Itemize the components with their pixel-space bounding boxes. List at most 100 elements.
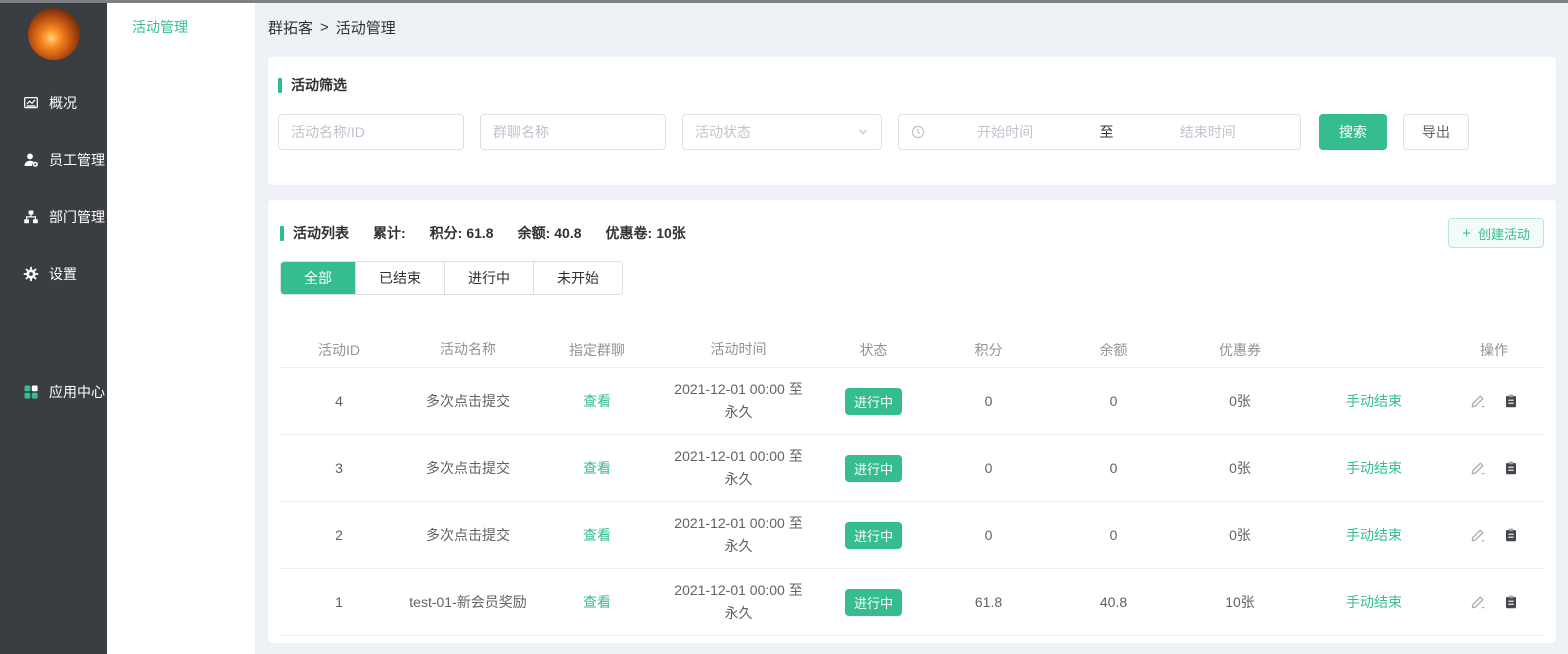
tab-not-started[interactable]: 未开始 [533, 262, 622, 294]
tab-ended[interactable]: 已结束 [355, 262, 444, 294]
chart-icon [23, 95, 39, 111]
activity-status-select[interactable]: 活动状态 [682, 114, 882, 150]
cell-activity-name: test-01-新会员奖励 [398, 592, 538, 613]
breadcrumb-current: 活动管理 [336, 17, 396, 38]
status-badge: 进行中 [845, 522, 902, 549]
cell-points: 61.8 [926, 594, 1051, 610]
manual-end-link[interactable]: 手动结束 [1346, 458, 1402, 478]
cell-activity-id: 3 [280, 460, 398, 476]
activity-table: 活动ID 活动名称 指定群聊 活动时间 状态 积分 余额 优惠券 操作 4 多次… [280, 332, 1544, 636]
sidebar-item-employees[interactable]: 员工管理 [0, 131, 107, 188]
view-group-link[interactable]: 查看 [583, 592, 611, 612]
filter-title-label: 活动筛选 [291, 75, 347, 95]
group-name-input[interactable] [480, 114, 666, 150]
date-range-picker[interactable]: 开始时间 至 结束时间 [898, 114, 1301, 150]
header-activity-id: 活动ID [280, 340, 398, 360]
create-activity-label: 创建活动 [1478, 224, 1530, 243]
edit-button[interactable] [1470, 460, 1486, 476]
range-separator: 至 [1086, 122, 1128, 142]
cell-balance: 40.8 [1051, 594, 1176, 610]
filter-panel: 活动筛选 活动状态 开始时间 至 结束时间 搜索 导出 [268, 57, 1556, 185]
cell-activity-name: 多次点击提交 [398, 525, 538, 546]
cell-actions [1444, 527, 1544, 543]
sidebar-item-settings[interactable]: 设置 [0, 245, 107, 302]
apps-grid-icon [23, 384, 39, 400]
status-badge: 进行中 [845, 589, 902, 616]
list-title-label: 活动列表 [293, 223, 349, 243]
activity-list-panel: 活动列表 累计: 积分:61.8 余额:40.8 优惠卷:10张 + 创建活动 … [268, 200, 1556, 643]
cell-activity-name: 多次点击提交 [398, 391, 538, 412]
tab-in-progress[interactable]: 进行中 [444, 262, 533, 294]
header-activity-time: 活动时间 [656, 338, 821, 361]
edit-button[interactable] [1470, 393, 1486, 409]
cell-balance: 0 [1051, 460, 1176, 476]
total-label: 累计: [373, 223, 406, 243]
create-activity-button[interactable]: + 创建活动 [1448, 218, 1544, 248]
sidebar-item-app-center[interactable]: 应用中心 [0, 363, 107, 420]
sidebar-item-departments[interactable]: 部门管理 [0, 188, 107, 245]
cell-coupons: 0张 [1176, 525, 1304, 545]
view-group-link[interactable]: 查看 [583, 391, 611, 411]
search-button[interactable]: 搜索 [1319, 114, 1387, 150]
pencil-icon [1470, 460, 1486, 476]
employee-icon [23, 152, 39, 168]
cell-balance: 0 [1051, 393, 1176, 409]
section-accent-bar [278, 78, 282, 93]
header-points: 积分 [926, 340, 1051, 360]
end-time-placeholder: 结束时间 [1128, 122, 1289, 142]
breadcrumb-separator: > [320, 19, 329, 36]
breadcrumb-parent[interactable]: 群拓客 [268, 17, 313, 38]
submenu-item-activity-management[interactable]: 活动管理 [107, 17, 255, 37]
cell-activity-id: 2 [280, 527, 398, 543]
pencil-icon [1470, 527, 1486, 543]
cell-actions [1444, 460, 1544, 476]
table-row: 3 多次点击提交 查看 2021-12-01 00:00 至永久 进行中 0 0… [280, 435, 1544, 502]
cell-activity-id: 4 [280, 393, 398, 409]
clipboard-icon [1503, 393, 1519, 409]
cell-actions [1444, 594, 1544, 610]
edit-button[interactable] [1470, 527, 1486, 543]
view-group-link[interactable]: 查看 [583, 458, 611, 478]
manual-end-link[interactable]: 手动结束 [1346, 592, 1402, 612]
export-button[interactable]: 导出 [1403, 114, 1469, 150]
tab-all[interactable]: 全部 [281, 262, 355, 294]
cell-activity-time: 2021-12-01 00:00 至永久 [656, 579, 821, 625]
primary-sidebar: 概况 员工管理 部门管理 [0, 0, 107, 654]
clipboard-button[interactable] [1503, 527, 1519, 543]
clipboard-button[interactable] [1503, 393, 1519, 409]
cell-points: 0 [926, 527, 1051, 543]
filter-title: 活动筛选 [278, 57, 1546, 95]
clipboard-button[interactable] [1503, 460, 1519, 476]
manual-end-link[interactable]: 手动结束 [1346, 391, 1402, 411]
clipboard-button[interactable] [1503, 594, 1519, 610]
main-content: 群拓客 > 活动管理 活动筛选 活动状态 开始时间 [255, 0, 1568, 654]
header-balance: 余额 [1051, 340, 1176, 360]
cell-activity-time: 2021-12-01 00:00 至永久 [656, 512, 821, 558]
header-status: 状态 [821, 340, 926, 360]
cell-coupons: 10张 [1176, 592, 1304, 612]
filter-row: 活动状态 开始时间 至 结束时间 搜索 导出 [278, 114, 1546, 150]
cell-coupons: 0张 [1176, 391, 1304, 411]
manual-end-link[interactable]: 手动结束 [1346, 525, 1402, 545]
sidebar-item-label: 员工管理 [49, 150, 105, 170]
sidebar-item-label: 概况 [49, 93, 77, 113]
sidebar-item-label: 部门管理 [49, 207, 105, 227]
cell-points: 0 [926, 393, 1051, 409]
status-select-placeholder: 活动状态 [695, 122, 751, 142]
clipboard-icon [1503, 460, 1519, 476]
avatar[interactable] [28, 8, 80, 60]
secondary-sidebar: 活动管理 [107, 0, 255, 654]
points-summary: 积分:61.8 [430, 223, 494, 243]
activity-name-input[interactable] [278, 114, 464, 150]
view-group-link[interactable]: 查看 [583, 525, 611, 545]
table-row: 1 test-01-新会员奖励 查看 2021-12-01 00:00 至永久 … [280, 569, 1544, 636]
department-icon [23, 209, 39, 225]
edit-button[interactable] [1470, 594, 1486, 610]
window-top-strip [0, 0, 1568, 3]
cell-activity-id: 1 [280, 594, 398, 610]
cell-points: 0 [926, 460, 1051, 476]
totals-summary: 累计: 积分:61.8 余额:40.8 优惠卷:10张 [349, 223, 686, 243]
sidebar-item-overview[interactable]: 概况 [0, 74, 107, 131]
status-badge: 进行中 [845, 388, 902, 415]
pencil-icon [1470, 594, 1486, 610]
